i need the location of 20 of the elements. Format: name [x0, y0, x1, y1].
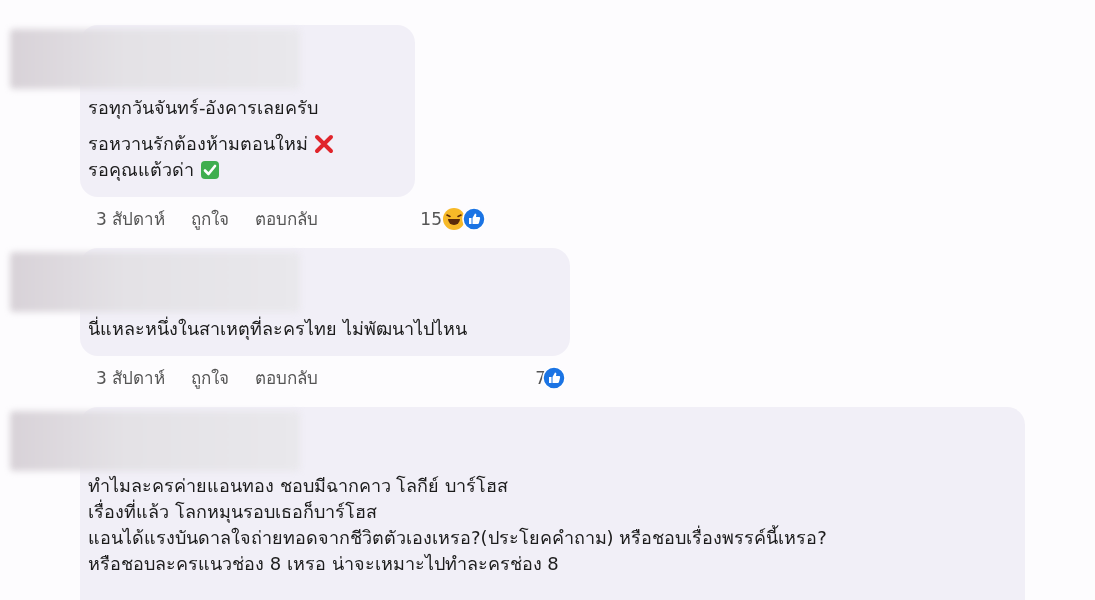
reaction-count: 15 — [420, 208, 442, 229]
comment-text: รอคุณแต้วด่า — [88, 158, 194, 183]
comment-text: รอหวานรักต้องห้ามตอนใหม่ — [88, 132, 308, 156]
comment-text: แอนได้แรงบันดาลใจถ่ายทอดจากชีวิตตัวเองเหรอ?(ประโยคคำถาม) หรือชอบเรื่องพรรค์นี้เหรอ? — [88, 525, 827, 550]
comment-time: 3 สัปดาห์ — [96, 367, 166, 390]
comment-text: เรื่องที่แล้ว โลกหมุนรอบเธอก็บาร์โฮส — [88, 499, 377, 525]
comment-text: หรือชอบละครแนวช่อง 8 เหรอ น่าจะเหมาะไปทำละครช่อง 8 — [88, 552, 559, 576]
cross-mark-icon — [314, 134, 334, 154]
comment-text: นี่แหละหนึ่งในสาเหตุที่ละครไทย ไม่พัฒนาไปไหน — [88, 316, 467, 342]
comment-text: ทำไมละครค่ายแอนทอง ชอบมีฉากคาว โลกีย์ บาร์โฮส — [88, 474, 509, 498]
comment-time: 3 สัปดาห์ — [96, 208, 166, 231]
comment-text: รอทุกวันจันทร์-อังคารเลยครับ — [88, 96, 319, 121]
like-link[interactable]: ถูกใจ — [191, 205, 230, 232]
reaction-count: 7 — [535, 367, 546, 388]
laughing-face-icon — [442, 206, 466, 231]
reply-link[interactable]: ตอบกลับ — [255, 205, 319, 232]
reply-link[interactable]: ตอบกลับ — [255, 364, 319, 391]
like-link[interactable]: ถูกใจ — [191, 364, 230, 391]
check-mark-icon — [200, 160, 220, 180]
thumbs-up-icon — [462, 206, 486, 231]
